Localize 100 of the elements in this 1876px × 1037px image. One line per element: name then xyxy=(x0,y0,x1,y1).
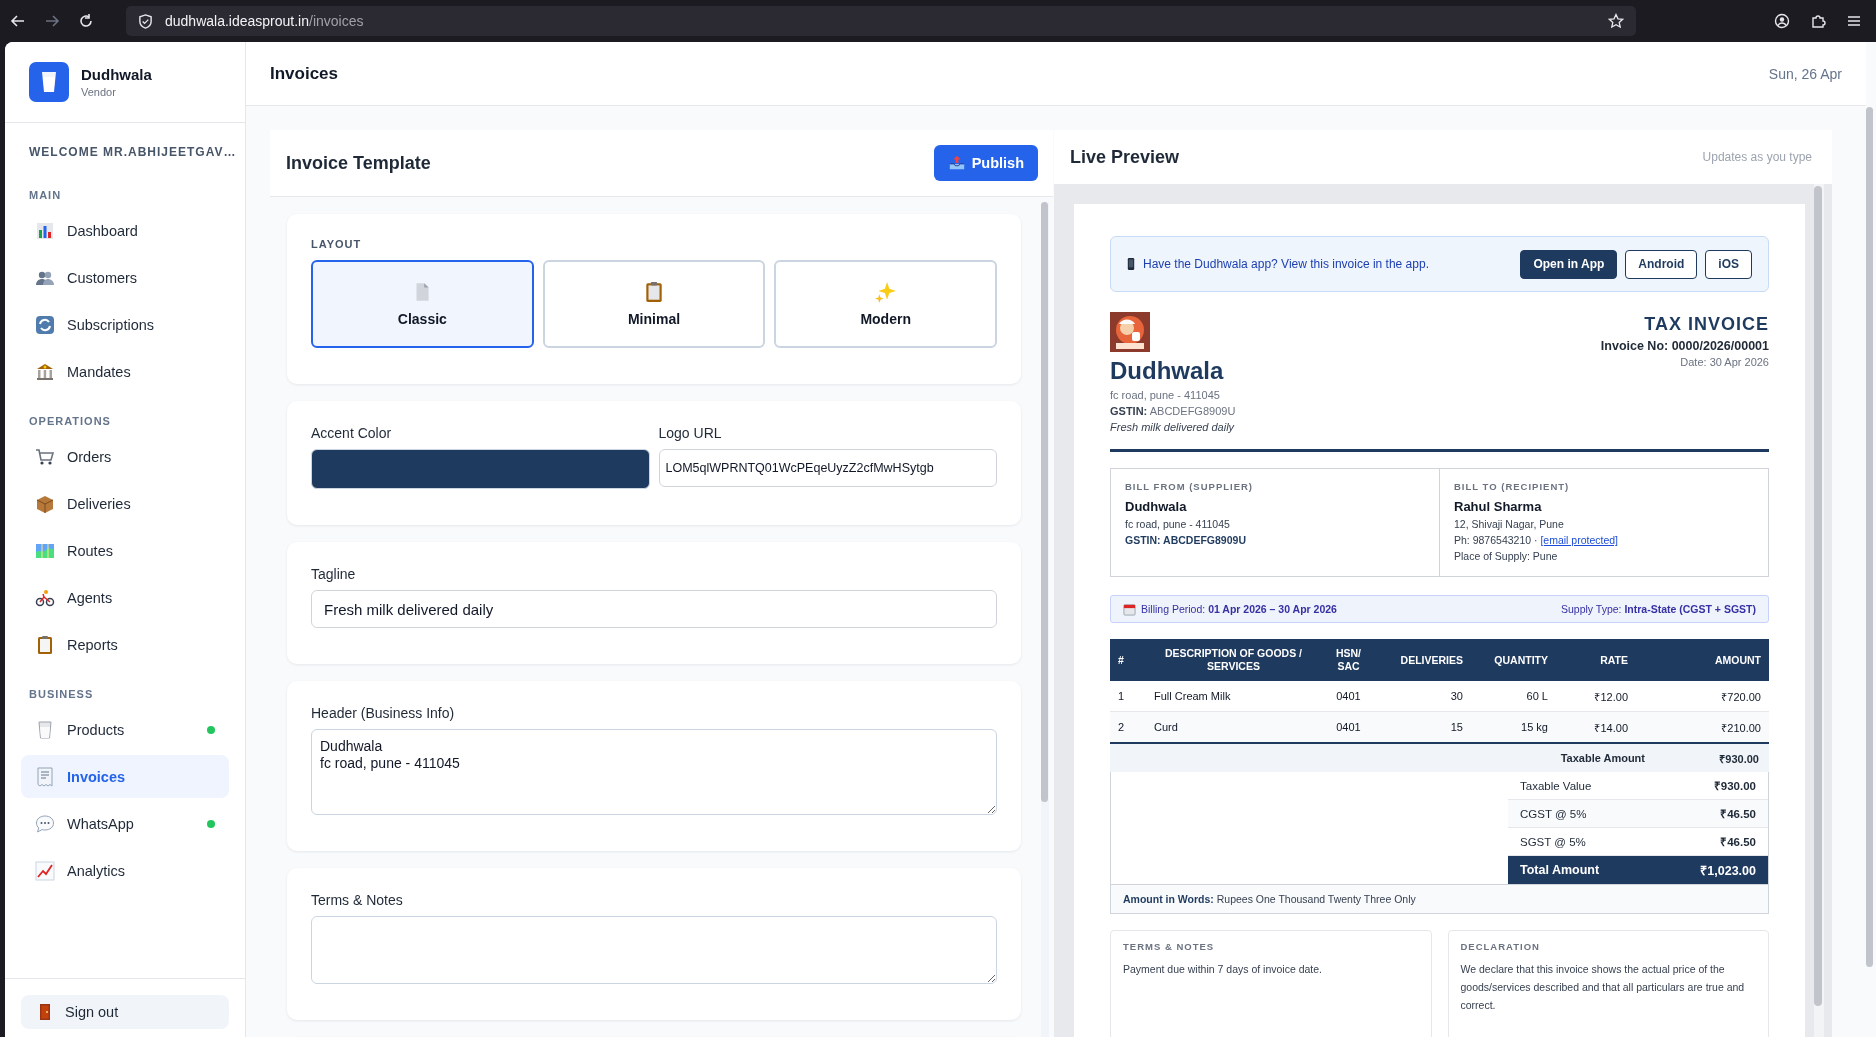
page-title: Invoices xyxy=(270,63,339,84)
layout-option[interactable]: Classic xyxy=(311,260,534,348)
field-label: Header (Business Info) xyxy=(311,705,456,721)
reload-icon[interactable] xyxy=(78,13,94,29)
sparkles-icon xyxy=(874,281,897,303)
app-button[interactable]: iOS xyxy=(1705,249,1752,279)
cart-icon xyxy=(35,446,55,467)
text-area[interactable]: Dudhwala fc road, pune - 411045 xyxy=(311,729,997,815)
bank-icon xyxy=(35,361,55,382)
puzzle-icon[interactable] xyxy=(1810,13,1826,29)
nav-item[interactable]: Invoices xyxy=(21,755,229,798)
nav-item[interactable]: Analytics xyxy=(21,849,229,892)
taxable-amount: ₹930.00 xyxy=(1718,751,1759,766)
party-heading: BILL TO (RECIPIENT) xyxy=(1454,481,1571,492)
banner-text: Have the Dudhwala app? View this invoice in the app. xyxy=(1143,257,1430,271)
nav-item[interactable]: Agents xyxy=(21,576,229,619)
column-header: DESCRIPTION OF GOODS / SERVICES xyxy=(1146,639,1321,681)
email-link[interactable]: [email protected] xyxy=(1540,534,1619,546)
party-name: Rahul Sharma xyxy=(1454,499,1543,514)
outbox-icon xyxy=(947,154,966,172)
line-chart-icon xyxy=(35,860,55,881)
refresh-icon xyxy=(35,314,55,335)
scrollbar[interactable] xyxy=(1041,202,1048,802)
brand-name: Dudhwala xyxy=(81,66,152,83)
table-cell: 15 kg xyxy=(1471,711,1556,743)
glass-logo-icon xyxy=(29,62,69,102)
supply-type: Supply Type: Intra-State (CGST + SGST) xyxy=(1561,603,1756,615)
phone-icon xyxy=(1127,257,1135,271)
app-button[interactable]: Android xyxy=(1625,249,1698,279)
date-label: Sun, 26 Apr xyxy=(1768,65,1842,82)
calendar-icon xyxy=(1123,602,1136,616)
nav-item[interactable]: Deliveries xyxy=(21,482,229,525)
table-cell: ₹210.00 xyxy=(1636,711,1769,743)
color-picker[interactable] xyxy=(311,449,650,489)
input-field[interactable]: LOM5qlWPRNTQ01WcPEqeUyzZ2cfMwHSytgb xyxy=(658,449,997,487)
forward-icon[interactable] xyxy=(44,13,60,29)
cyclist-icon xyxy=(35,587,55,608)
table-cell: 15 xyxy=(1376,711,1471,743)
declaration-text: We declare that this invoice shows the actual price of the goods/services described and that all particulars are true and correct. xyxy=(1460,962,1746,1013)
table-cell: Curd xyxy=(1146,711,1321,743)
column-header: AMOUNT xyxy=(1636,639,1769,681)
summary-value: ₹46.50 xyxy=(1720,807,1756,821)
table-cell: 2 xyxy=(1110,711,1146,743)
address-bar[interactable]: dudhwala.ideasprout.in/invoices xyxy=(126,6,1636,36)
account-icon[interactable] xyxy=(1774,13,1790,29)
party-name: Dudhwala xyxy=(1125,499,1188,514)
hint-text: Updates as you type xyxy=(1702,150,1812,164)
scrollbar[interactable] xyxy=(1866,107,1873,967)
menu-icon[interactable] xyxy=(1846,13,1862,29)
box-heading: TERMS & NOTES xyxy=(1123,941,1216,952)
business-address: fc road, pune - 411045 xyxy=(1110,389,1221,401)
party-heading: BILL FROM (SUPPLIER) xyxy=(1125,481,1255,492)
table-cell: ₹14.00 xyxy=(1556,711,1636,743)
invoice-number: Invoice No: 0000/2026/00001 xyxy=(1600,339,1769,353)
nav-item[interactable]: Subscriptions xyxy=(21,303,229,346)
table-cell: Full Cream Milk xyxy=(1146,681,1321,712)
gstin-text: GSTIN: ABCDEFG8909U xyxy=(1110,405,1236,417)
terms-text: Payment due within 7 days of invoice date. xyxy=(1123,962,1324,977)
nav-item[interactable]: Mandates xyxy=(21,350,229,393)
url-host: dudhwala.ideasprout.in xyxy=(165,13,309,29)
nav-item[interactable]: Customers xyxy=(21,256,229,299)
field-label: Logo URL xyxy=(658,425,723,441)
publish-button[interactable]: Publish xyxy=(933,145,1038,181)
field-label: Tagline xyxy=(311,566,357,582)
party-address: fc road, pune - 411045 xyxy=(1125,518,1231,530)
sign-out-button[interactable]: Sign out xyxy=(21,995,229,1029)
gstin-text: GSTIN: ABCDEFG8909U xyxy=(1125,534,1247,546)
clipboard-icon xyxy=(35,634,55,655)
nav-item[interactable]: Dashboard xyxy=(21,209,229,252)
column-header: # xyxy=(1110,639,1146,681)
nav-item[interactable]: Orders xyxy=(21,435,229,478)
bar-chart-icon xyxy=(35,220,55,241)
place-of-supply: Place of Supply: Pune xyxy=(1454,550,1559,562)
star-icon[interactable] xyxy=(1608,13,1624,29)
party-address: 12, Shivaji Nagar, Pune xyxy=(1454,518,1565,530)
back-icon[interactable] xyxy=(10,13,26,29)
app-button[interactable]: Open in App xyxy=(1520,249,1618,279)
table-cell: 30 xyxy=(1376,681,1471,712)
table-cell: ₹720.00 xyxy=(1636,681,1769,712)
speech-bubble-icon xyxy=(35,813,55,834)
layout-option[interactable]: Minimal xyxy=(542,260,766,348)
layout-option[interactable]: Modern xyxy=(774,260,997,348)
scrollbar[interactable] xyxy=(1814,186,1822,1006)
input-field[interactable]: Fresh milk delivered daily xyxy=(311,590,997,628)
table-cell: 60 L xyxy=(1471,681,1556,712)
amount-in-words: Amount in Words: Rupees One Thousand Twenty Three Only xyxy=(1110,884,1769,914)
column-header: DELIVERIES xyxy=(1376,639,1471,681)
summary-value: ₹930.00 xyxy=(1713,779,1756,793)
column-header: QUANTITY xyxy=(1471,639,1556,681)
table-cell: 0401 xyxy=(1321,681,1376,712)
nav-item[interactable]: Reports xyxy=(21,623,229,666)
summary-label: CGST @ 5% xyxy=(1520,807,1587,820)
column-header: HSN/ SAC xyxy=(1321,639,1376,681)
welcome-text: WELCOME MR.ABHIJEETGAV… xyxy=(28,144,238,161)
summary-label: Total Amount xyxy=(1520,863,1600,877)
table-cell: ₹12.00 xyxy=(1556,681,1636,712)
nav-item[interactable]: Products xyxy=(21,708,229,751)
nav-item[interactable]: Routes xyxy=(21,529,229,572)
summary-value: ₹46.50 xyxy=(1720,835,1756,849)
nav-item[interactable]: WhatsApp xyxy=(21,802,229,845)
